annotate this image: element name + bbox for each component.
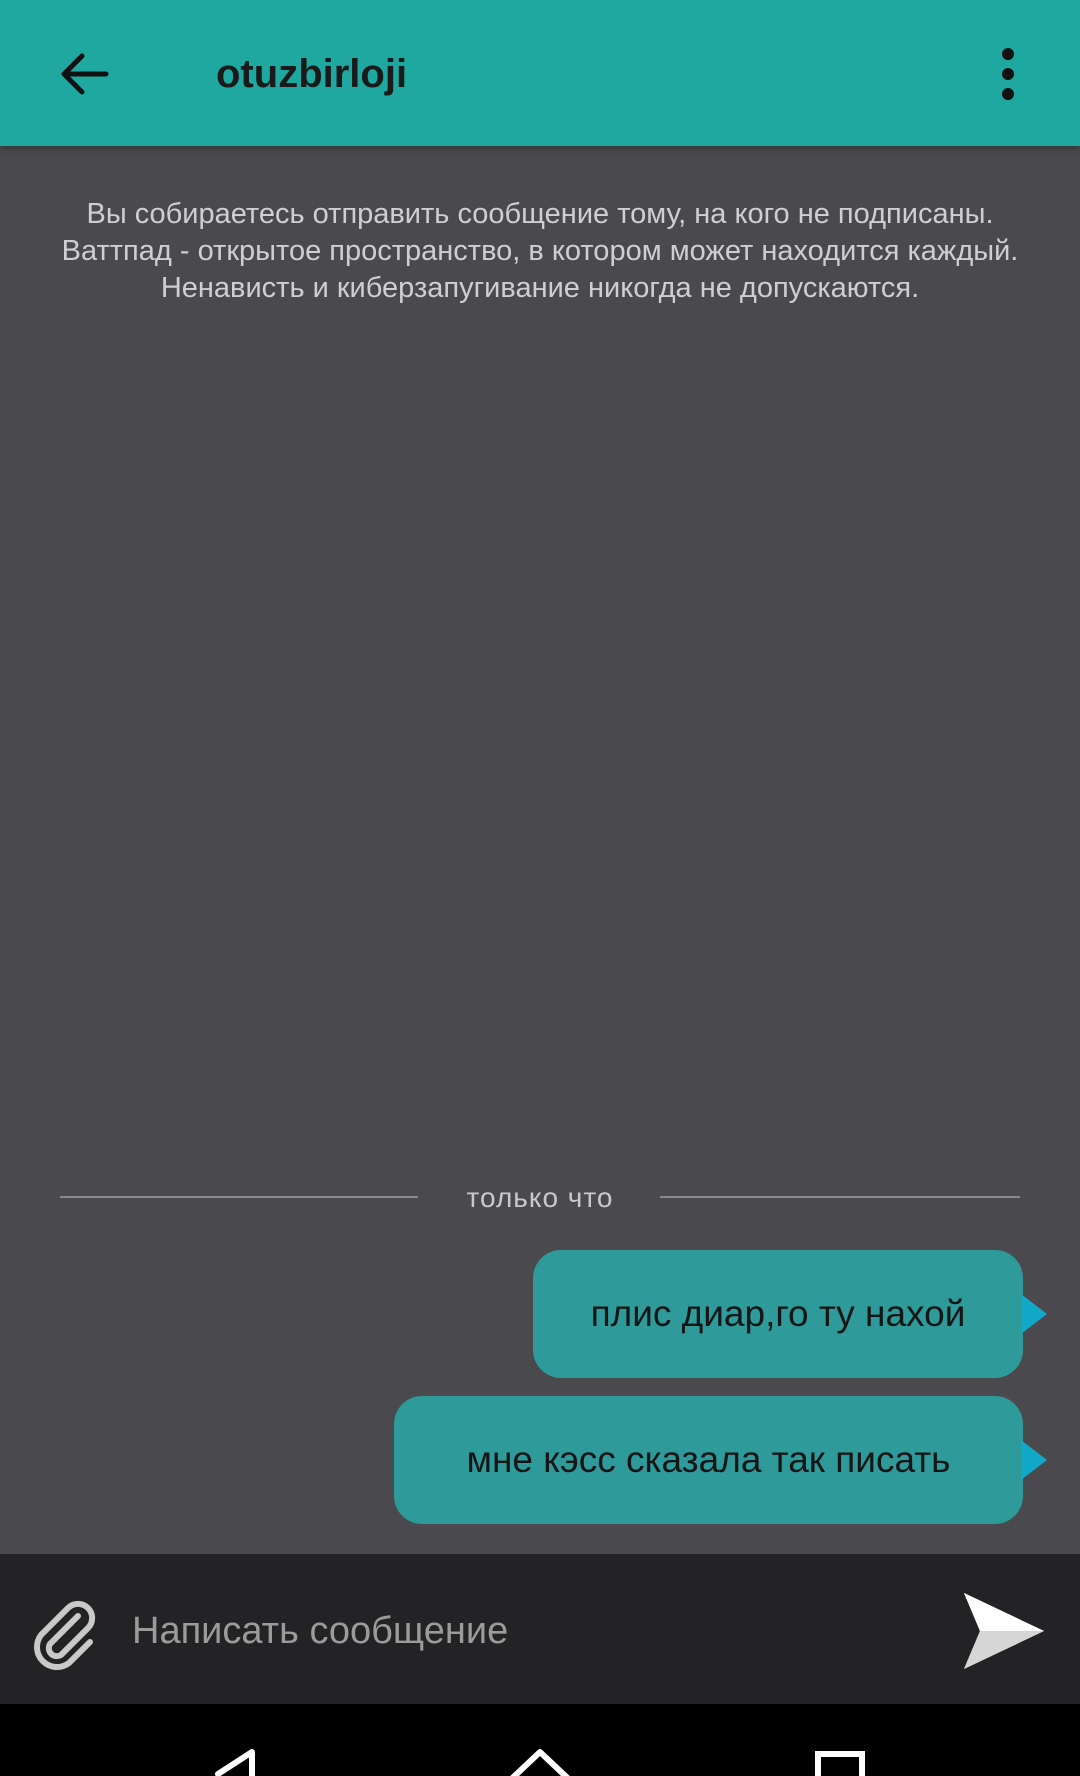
paperclip-icon <box>34 1600 96 1670</box>
nav-home-button[interactable] <box>480 1704 600 1776</box>
toolbar: otuzbirloji <box>0 0 1080 146</box>
divider-line-right <box>660 1196 1020 1198</box>
message-text: плис диар,го ту нахой <box>590 1293 966 1334</box>
nav-back-icon <box>215 1749 255 1776</box>
nav-back-button[interactable] <box>180 1704 300 1776</box>
send-icon <box>964 1593 1044 1669</box>
more-vertical-icon <box>1002 48 1014 100</box>
message-text: мне кэсс сказала так писать <box>466 1439 951 1480</box>
bubble-tail <box>1021 1440 1047 1480</box>
nav-recents-button[interactable] <box>780 1704 900 1776</box>
message-bubble[interactable]: плис диар,го ту нахой <box>533 1250 1047 1378</box>
nav-home-icon <box>510 1749 570 1776</box>
bubble-tail <box>1021 1294 1047 1334</box>
arrow-left-icon <box>61 53 109 95</box>
message-input[interactable] <box>130 1594 934 1668</box>
timestamp-divider: только что <box>60 1180 1020 1220</box>
nav-recents-icon <box>815 1751 865 1776</box>
more-options-button[interactable] <box>980 38 1036 110</box>
system-nav-bar <box>0 1704 1080 1776</box>
conversation-title: otuzbirloji <box>216 52 408 96</box>
chat-screen: otuzbirloji Вы собираетесь отправить соо… <box>0 0 1080 1776</box>
message-bubble[interactable]: мне кэсс сказала так писать <box>394 1396 1047 1524</box>
back-button[interactable] <box>48 38 120 110</box>
compose-bar <box>0 1554 1080 1704</box>
timestamp-label: только что <box>466 1182 614 1213</box>
send-button[interactable] <box>956 1586 1052 1676</box>
unfollowed-warning-notice: Вы собираетесь отправить сообщение тому,… <box>61 198 1019 304</box>
attach-button[interactable] <box>24 1592 106 1674</box>
